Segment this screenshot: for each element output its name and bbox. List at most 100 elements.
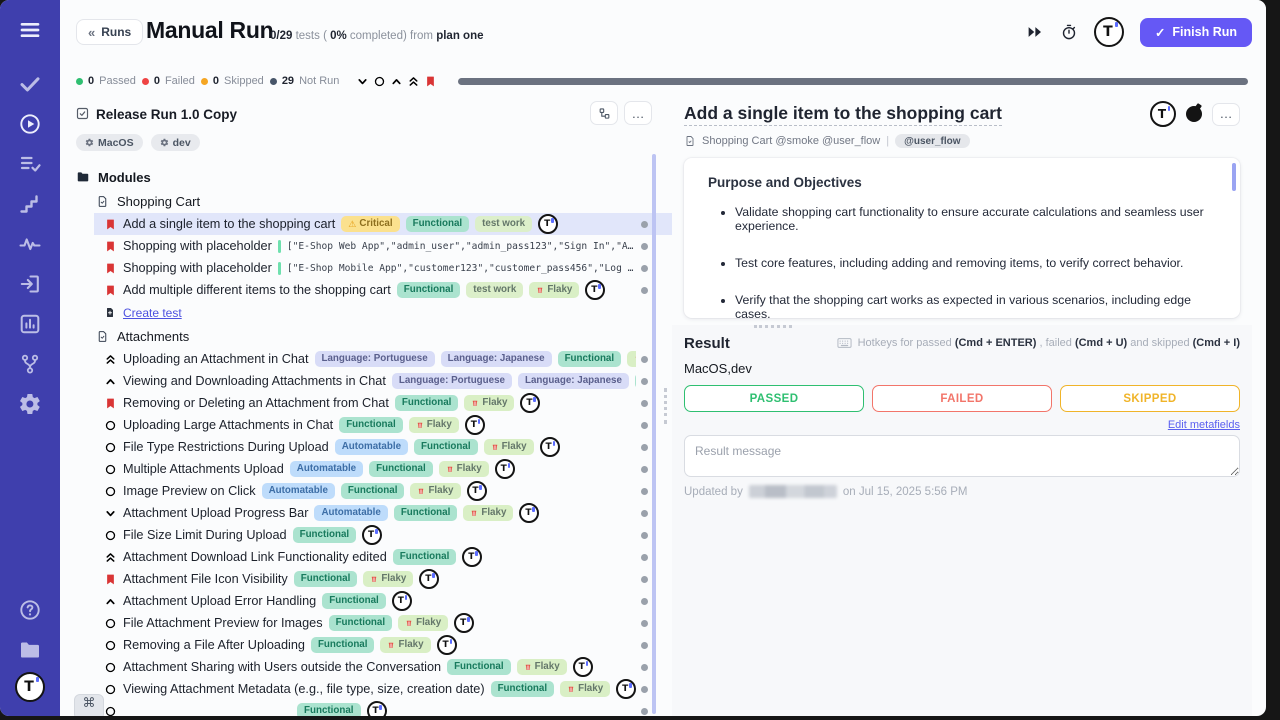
help-icon[interactable]	[18, 598, 42, 622]
status-dot	[641, 576, 648, 583]
test-row[interactable]: Shopping with placeholder["E-Shop Mobile…	[94, 257, 672, 279]
circle-priority-icon	[104, 419, 117, 432]
skipped-button[interactable]: SKIPPED	[1060, 385, 1240, 412]
badge-functional: Functional	[635, 373, 636, 389]
test-row[interactable]: Removing a File After UploadingFunctiona…	[94, 634, 672, 656]
test-row[interactable]: File Size Limit During UploadFunctional	[94, 524, 672, 546]
test-title: Viewing and Downloading Attachments in C…	[123, 374, 386, 388]
branch-icon[interactable]	[18, 352, 42, 376]
play-circle-icon[interactable]	[18, 112, 42, 136]
timer-icon[interactable]	[1186, 106, 1202, 122]
passed-button[interactable]: PASSED	[684, 385, 864, 412]
failed-button[interactable]: FAILED	[872, 385, 1052, 412]
brand-logo	[520, 393, 540, 413]
badge-automatable: Automatable	[290, 461, 363, 477]
test-row[interactable]: Attachment Upload Progress BarAutomatabl…	[94, 502, 672, 524]
finish-run-button[interactable]: ✓ Finish Run	[1140, 18, 1252, 47]
result-message-input[interactable]	[684, 435, 1240, 477]
panel-resize-handle[interactable]	[664, 388, 667, 424]
tree-root-modules[interactable]: Modules	[76, 165, 672, 189]
test-title: Uploading an Attachment in Chat	[123, 352, 309, 366]
status-dot	[641, 444, 648, 451]
settings-icon[interactable]	[18, 392, 42, 416]
circle-priority-icon	[104, 441, 117, 454]
activity-icon[interactable]	[18, 232, 42, 256]
tag-user-flow[interactable]: @user_flow	[895, 134, 969, 148]
edit-run-icon[interactable]	[75, 106, 90, 121]
suite-row[interactable]: Shopping Cart	[96, 189, 672, 213]
test-row[interactable]: Attachment Sharing with Users outside th…	[94, 656, 672, 678]
app-window: « Runs Manual Run 0/29 tests ( 0% comple…	[0, 0, 1266, 716]
check-icon[interactable]	[18, 72, 42, 96]
chevron-up-filter-icon[interactable]	[390, 75, 403, 88]
tag-macos: MacOS	[76, 134, 143, 151]
description-resize-handle[interactable]	[754, 325, 792, 328]
result-heading: Result	[684, 335, 730, 352]
test-row[interactable]: Attachment Download Link Functionality e…	[94, 546, 672, 568]
test-menu-button[interactable]: …	[1212, 103, 1240, 126]
suite-row[interactable]: Attachments	[96, 324, 672, 348]
test-row[interactable]: Multiple Attachments UploadAutomatableFu…	[94, 458, 672, 480]
test-row[interactable]: File Attachment Preview for ImagesFuncti…	[94, 612, 672, 634]
create-test-link[interactable]: Create test	[104, 301, 672, 324]
test-row[interactable]: Uploading Large Attachments in ChatFunct…	[94, 414, 672, 436]
test-title: Viewing Attachment Metadata (e.g., file …	[123, 682, 485, 696]
back-button-label: Runs	[101, 25, 131, 39]
run-header: « Runs Manual Run 0/29 tests ( 0% comple…	[60, 0, 1266, 62]
test-row[interactable]: Viewing Attachment Metadata (e.g., file …	[94, 678, 672, 700]
steps-icon[interactable]	[18, 192, 42, 216]
command-shortcut-button[interactable]: ⌘	[74, 694, 104, 716]
status-dot	[641, 686, 648, 693]
test-row[interactable]: File Type Restrictions During UploadAuto…	[94, 436, 672, 458]
run-title: Release Run 1.0 Copy	[96, 107, 237, 122]
status-counter: 29Not Run	[270, 75, 340, 87]
projects-icon[interactable]	[18, 638, 42, 662]
badge-functional: Functional	[297, 703, 361, 716]
circle-priority-icon	[104, 463, 117, 476]
test-row[interactable]: Viewing and Downloading Attachments in C…	[94, 370, 672, 392]
brand-logo[interactable]	[15, 672, 45, 702]
circle-filter-icon[interactable]	[373, 75, 386, 88]
test-row[interactable]: Removing or Deleting an Attachment from …	[94, 392, 672, 414]
stopwatch-icon[interactable]	[1060, 23, 1078, 41]
test-row[interactable]: Add a single item to the shopping cart⚠C…	[94, 213, 672, 235]
badge-functional: Functional	[394, 505, 458, 521]
badge-testwork: test work	[475, 216, 532, 232]
import-icon[interactable]	[18, 272, 42, 296]
brand-logo	[367, 701, 387, 716]
test-title: Shopping with placeholder	[123, 239, 272, 253]
test-row[interactable]: Functional	[94, 700, 672, 716]
bookmark-filter-icon[interactable]	[424, 75, 437, 88]
test-list-scrollbar[interactable]	[652, 154, 656, 714]
test-row[interactable]: Image Preview on ClickAutomatableFunctio…	[94, 480, 672, 502]
menu-icon[interactable]	[18, 18, 42, 42]
test-row[interactable]: Add multiple different items to the shop…	[94, 279, 672, 301]
status-dot	[641, 243, 648, 250]
test-row[interactable]: Uploading an Attachment in ChatLanguage:…	[94, 348, 672, 370]
tree-view-button[interactable]	[590, 101, 618, 125]
circle-priority-icon	[104, 661, 117, 674]
chevrons-up-filter-icon[interactable]	[407, 75, 420, 88]
back-to-runs-button[interactable]: « Runs	[76, 19, 143, 45]
checklist-icon[interactable]	[18, 152, 42, 176]
test-title[interactable]: Add a single item to the shopping cart	[684, 103, 1002, 126]
test-row[interactable]: Shopping with placeholder["E-Shop Web Ap…	[94, 235, 672, 257]
test-row[interactable]: Attachment Upload Error HandlingFunction…	[94, 590, 672, 612]
fast-forward-icon[interactable]	[1026, 23, 1044, 41]
chevron-down-filter-icon[interactable]	[356, 75, 369, 88]
test-title: Attachment Download Link Functionality e…	[123, 550, 387, 564]
edit-metafields-link[interactable]: Edit metafields	[1168, 419, 1240, 431]
description-bullet: Verify that the shopping cart works as e…	[735, 293, 1216, 318]
test-row[interactable]: Attachment File Icon VisibilityFunctiona…	[94, 568, 672, 590]
run-menu-button[interactable]: …	[624, 101, 652, 125]
breadcrumb-text[interactable]: Shopping Cart @smoke @user_flow	[702, 135, 880, 147]
description-scrollbar[interactable]	[1232, 163, 1236, 191]
badge-automatable: Automatable	[262, 483, 335, 499]
badge-functional: Functional	[369, 461, 433, 477]
check-icon: ✓	[1155, 25, 1165, 40]
brand-logo[interactable]	[1150, 101, 1176, 127]
badge-flaky: Flaky	[627, 351, 636, 367]
badge-functional: Functional	[294, 571, 358, 587]
brand-logo[interactable]	[1094, 17, 1124, 47]
report-icon[interactable]	[18, 312, 42, 336]
